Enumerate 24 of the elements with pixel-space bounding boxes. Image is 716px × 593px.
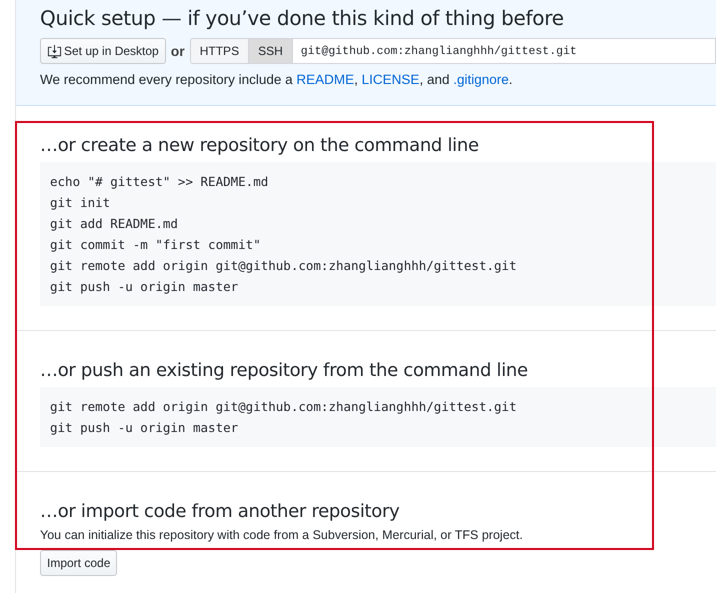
section-heading: …or create a new repository on the command line — [40, 134, 480, 158]
link[interactable]: .gitignore — [453, 72, 509, 87]
download-icon — [47, 44, 62, 58]
code-line: git add README.md — [50, 215, 179, 233]
recommendation-text: We recommend every repository include a README, LICENSE, and .gitignore. — [40, 72, 514, 87]
code-line: git init — [50, 194, 112, 212]
code-line: git remote add origin git@github.com:zhanglianghhh/gittest.git — [50, 398, 518, 416]
section-heading: …or push an existing repository from the command line — [40, 359, 529, 383]
code-line: git push -u origin master — [50, 278, 240, 296]
link[interactable]: README — [296, 72, 354, 87]
protocol-tab[interactable]: SSH — [248, 38, 292, 64]
desktop-button[interactable]: Set up in Desktop — [40, 38, 166, 64]
clone-url-field[interactable]: git@github.com:zhanglianghhh/gittest.git — [292, 38, 716, 64]
code-line: git remote add origin git@github.com:zhanglianghhh/gittest.git — [50, 257, 518, 275]
code-line: git push -u origin master — [50, 419, 240, 437]
description-text: You can initialize this repository with code from a Subversion, Mercurial, or TFS project. — [40, 528, 524, 542]
link[interactable]: LICENSE — [362, 72, 420, 87]
or-text: or — [170, 43, 185, 59]
section-heading: Quick setup — if you’ve done this kind of thing before — [40, 5, 565, 32]
code-line: git commit -m "first commit" — [50, 236, 262, 254]
protocol-tab[interactable]: HTTPS — [190, 38, 248, 64]
section-heading: …or import code from another repository — [40, 500, 400, 524]
import-button[interactable]: Import code — [40, 550, 118, 576]
code-line: echo "# gittest" >> README.md — [50, 173, 270, 191]
